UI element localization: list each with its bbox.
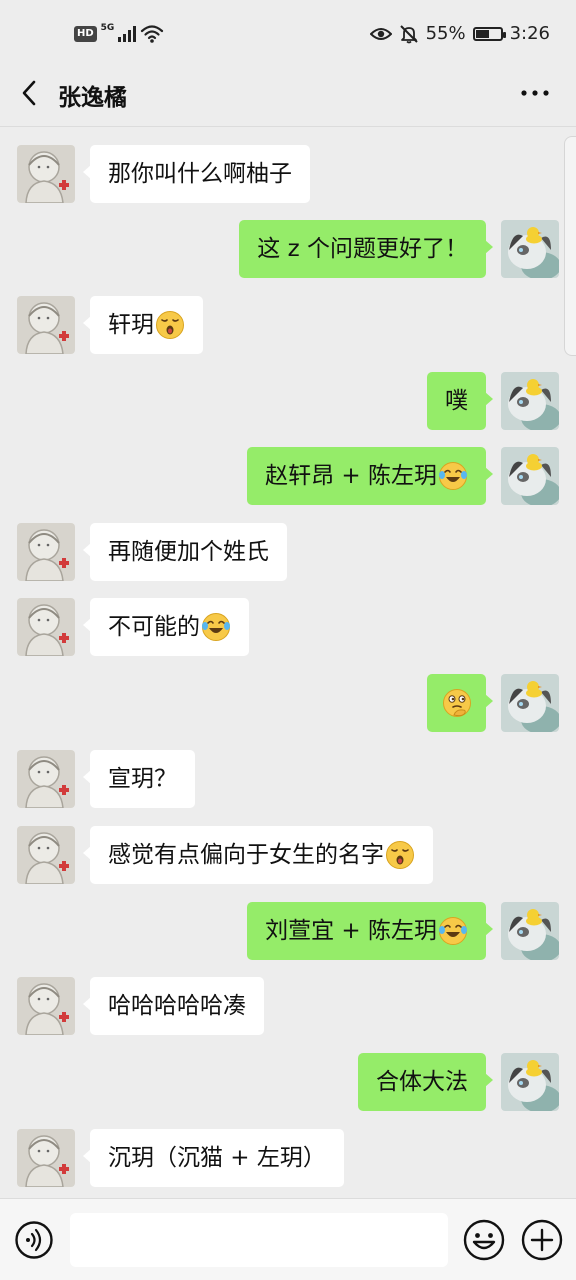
- message-bubble[interactable]: 轩玥: [83, 296, 203, 354]
- message-text: 不可能的: [108, 614, 200, 640]
- more-button[interactable]: [518, 78, 552, 108]
- scroll-indicator[interactable]: [564, 136, 576, 356]
- message-text: 这 z 个问题更好了！: [257, 236, 468, 262]
- contact-avatar[interactable]: [17, 598, 75, 656]
- status-right: 55% 3:26: [369, 23, 550, 44]
- message-text: 刘萱宜 + 陈左玥: [265, 918, 437, 944]
- message-text: 噗: [445, 388, 468, 414]
- voice-button[interactable]: [14, 1220, 54, 1260]
- contact-avatar[interactable]: [17, 296, 75, 354]
- message-bubble[interactable]: 那你叫什么啊柚子: [83, 145, 310, 203]
- message-bubble[interactable]: 这 z 个问题更好了！: [239, 220, 493, 278]
- message-bubble[interactable]: 不可能的: [83, 598, 249, 656]
- status-bar: HD 5G 55% 3:26: [0, 0, 576, 62]
- network-type: 5G: [100, 23, 115, 33]
- received-message: 那你叫什么啊柚子: [0, 145, 576, 205]
- thinking-face-emoji: [442, 688, 472, 718]
- battery-level: [475, 29, 489, 38]
- received-message: 哈哈哈哈哈凑: [0, 977, 576, 1037]
- message-text: 感觉有点偏向于女生的名字: [108, 842, 384, 868]
- message-input[interactable]: [70, 1213, 448, 1267]
- tears-of-joy-emoji: [201, 612, 231, 642]
- message-bubble[interactable]: 噗: [427, 372, 493, 430]
- sent-message: 噗: [0, 372, 576, 432]
- composer: [0, 1198, 576, 1280]
- voice-icon: [15, 1221, 53, 1259]
- sent-message: 这 z 个问题更好了！: [0, 220, 576, 280]
- chevron-left-icon: [22, 80, 36, 106]
- clock: 3:26: [509, 23, 550, 44]
- tears-of-joy-emoji: [438, 461, 468, 491]
- bell-off-icon: [399, 24, 419, 44]
- message-text: 再随便加个姓氏: [108, 539, 269, 565]
- my-avatar[interactable]: [501, 447, 559, 505]
- hd-badge: HD: [74, 26, 97, 42]
- my-avatar[interactable]: [501, 902, 559, 960]
- message-bubble[interactable]: 沉玥（沉猫 + 左玥）: [83, 1129, 344, 1187]
- message-list[interactable]: 那你叫什么啊柚子这 z 个问题更好了！ 轩玥噗赵轩昂 + 陈左玥再随便加个姓氏 不可…: [0, 127, 576, 1198]
- message-text: 赵轩昂 + 陈左玥: [265, 463, 437, 489]
- sent-message: 合体大法: [0, 1053, 576, 1113]
- plus-button[interactable]: [520, 1218, 564, 1262]
- chat-title: 张逸橘: [58, 85, 127, 111]
- back-button[interactable]: [14, 76, 48, 110]
- tears-of-joy-emoji: [438, 916, 468, 946]
- surprised-face-emoji: [155, 310, 185, 340]
- my-avatar[interactable]: [501, 674, 559, 732]
- message-bubble[interactable]: 宣玥？: [83, 750, 195, 808]
- my-avatar[interactable]: [501, 1053, 559, 1111]
- wifi-icon: [140, 24, 164, 44]
- message-text: 沉玥（沉猫 + 左玥）: [108, 1145, 326, 1171]
- sent-message: 刘萱宜 + 陈左玥: [0, 902, 576, 962]
- more-dots-icon: [521, 90, 549, 96]
- battery-icon: [472, 26, 506, 41]
- plus-circle-icon: [521, 1219, 563, 1261]
- message-bubble[interactable]: 合体大法: [358, 1053, 493, 1111]
- sent-message: [0, 674, 576, 734]
- message-text: 宣玥？: [108, 766, 177, 792]
- signal-icon: [118, 26, 137, 42]
- contact-avatar[interactable]: [17, 977, 75, 1035]
- message-bubble[interactable]: 再随便加个姓氏: [83, 523, 287, 581]
- received-message: 再随便加个姓氏: [0, 523, 576, 583]
- sent-message: 赵轩昂 + 陈左玥: [0, 447, 576, 507]
- message-bubble[interactable]: 刘萱宜 + 陈左玥: [247, 902, 493, 960]
- message-bubble[interactable]: 赵轩昂 + 陈左玥: [247, 447, 493, 505]
- message-bubble[interactable]: [427, 674, 493, 732]
- chat-header: 张逸橘: [0, 62, 576, 127]
- received-message: 宣玥？: [0, 750, 576, 810]
- message-bubble[interactable]: 感觉有点偏向于女生的名字: [83, 826, 433, 884]
- message-text: 轩玥: [108, 312, 154, 338]
- message-text: 那你叫什么啊柚子: [108, 161, 292, 187]
- message-text: 合体大法: [376, 1069, 468, 1095]
- emoji-button[interactable]: [462, 1218, 506, 1262]
- contact-avatar[interactable]: [17, 523, 75, 581]
- battery-percent: 55%: [425, 23, 466, 44]
- message-bubble[interactable]: 哈哈哈哈哈凑: [83, 977, 264, 1035]
- contact-avatar[interactable]: [17, 145, 75, 203]
- my-avatar[interactable]: [501, 220, 559, 278]
- contact-avatar[interactable]: [17, 826, 75, 884]
- eye-icon: [369, 26, 392, 42]
- message-text: 哈哈哈哈哈凑: [108, 993, 246, 1019]
- received-message: 感觉有点偏向于女生的名字: [0, 826, 576, 886]
- received-message: 沉玥（沉猫 + 左玥）: [0, 1129, 576, 1189]
- my-avatar[interactable]: [501, 372, 559, 430]
- status-left: HD 5G: [74, 23, 164, 44]
- received-message: 轩玥: [0, 296, 576, 356]
- emoji-icon: [463, 1219, 505, 1261]
- contact-avatar[interactable]: [17, 1129, 75, 1187]
- surprised-face-emoji: [385, 840, 415, 870]
- received-message: 不可能的: [0, 598, 576, 658]
- contact-avatar[interactable]: [17, 750, 75, 808]
